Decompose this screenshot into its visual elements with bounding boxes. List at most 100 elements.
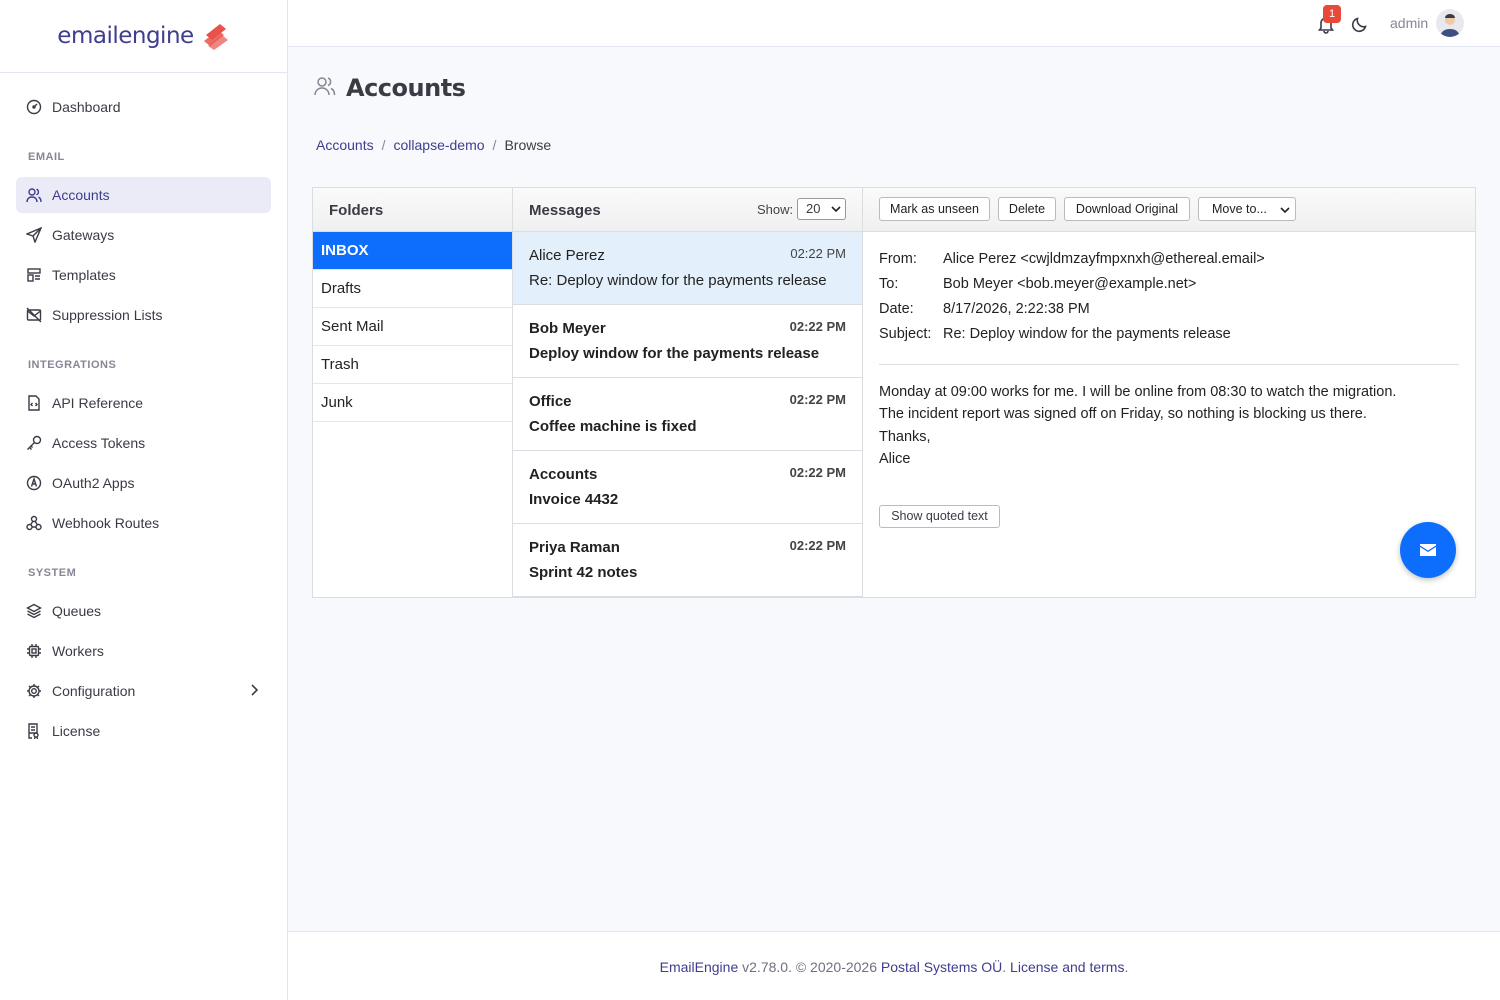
- message-subject: Coffee machine is fixed: [529, 418, 697, 435]
- folder-trash[interactable]: Trash: [313, 346, 512, 384]
- moon-icon[interactable]: [1350, 14, 1370, 34]
- sidebar-item-access-tokens[interactable]: Access Tokens: [16, 425, 271, 461]
- sidebar-item-label: Accounts: [52, 187, 110, 203]
- webhook-icon: [25, 514, 43, 532]
- breadcrumb-separator: /: [492, 137, 497, 153]
- message-subject: Invoice 4432: [529, 491, 619, 508]
- reader-toolbar: Mark as unseen Delete Download Original …: [863, 188, 1475, 232]
- header-from: From: Alice Perez <cwjldmzayfmpxnxh@ether…: [879, 251, 1265, 267]
- emailengine-logo-icon: [203, 24, 228, 50]
- delete-button[interactable]: Delete: [998, 197, 1056, 221]
- message-row[interactable]: Priya Raman 02:22 PM Sprint 42 notes: [513, 524, 862, 597]
- user-name[interactable]: admin: [1390, 15, 1428, 31]
- message-body-line: Monday at 09:00 works for me. I will be …: [879, 384, 1397, 400]
- sidebar-item-api-reference[interactable]: API Reference: [16, 385, 271, 421]
- sidebar-item-gateways[interactable]: Gateways: [16, 217, 271, 253]
- move-to-select[interactable]: Move to...: [1198, 197, 1296, 221]
- footer-company-link[interactable]: Postal Systems OÜ: [881, 959, 1002, 975]
- sidebar-item-label: Queues: [52, 603, 102, 619]
- message-sender: Office: [529, 393, 572, 410]
- sidebar: emailengine Dashboard EMAIL Accounts Gat…: [0, 0, 288, 1000]
- chevron-down-icon: [1280, 207, 1290, 214]
- compose-button[interactable]: [1400, 522, 1456, 578]
- page-heading: Accounts: [346, 74, 466, 102]
- sidebar-item-label: Suppression Lists: [52, 307, 163, 323]
- message-reader: Mark as unseen Delete Download Original …: [863, 188, 1475, 597]
- chevron-right-icon: [249, 683, 259, 700]
- users-icon: [314, 75, 336, 102]
- message-row[interactable]: Accounts 02:22 PM Invoice 4432: [513, 451, 862, 524]
- sidebar-item-label: Gateways: [52, 227, 115, 243]
- chevron-down-icon: [831, 206, 841, 213]
- users-icon: [25, 186, 43, 204]
- header-date: Date: 8/17/2026, 2:22:38 PM: [879, 301, 1090, 317]
- message-body-line: Alice: [879, 451, 911, 467]
- file-code-icon: [25, 394, 43, 412]
- message-sender: Bob Meyer: [529, 320, 606, 337]
- breadcrumb: Accounts / collapse-demo / Browse: [316, 137, 551, 153]
- footer: EmailEngine v2.78.0. © 2020-2026 Postal …: [288, 931, 1500, 1000]
- show-quoted-text-button[interactable]: Show quoted text: [879, 505, 1000, 528]
- message-time: 02:22 PM: [789, 465, 846, 480]
- folders-pane: Folders INBOX Drafts Sent Mail Trash Jun…: [313, 188, 513, 597]
- sidebar-item-dashboard[interactable]: Dashboard: [16, 89, 271, 125]
- sidebar-item-label: OAuth2 Apps: [52, 475, 135, 491]
- breadcrumb-account-link[interactable]: collapse-demo: [393, 137, 484, 153]
- footer-product-link[interactable]: EmailEngine: [660, 959, 739, 975]
- message-row[interactable]: Alice Perez 02:22 PM Re: Deploy window f…: [513, 232, 862, 305]
- header-subject: Subject: Re: Deploy window for the paymen…: [879, 326, 1231, 342]
- sidebar-item-label: Workers: [52, 643, 104, 659]
- sidebar-item-templates[interactable]: Templates: [16, 257, 271, 293]
- message-time: 02:22 PM: [789, 392, 846, 407]
- envelope-icon: [1420, 540, 1436, 561]
- divider: [879, 364, 1459, 365]
- sidebar-section-email: EMAIL: [28, 151, 65, 163]
- sidebar-item-workers[interactable]: Workers: [16, 633, 271, 669]
- footer-version: v2.78.0. © 2020-2026: [738, 959, 881, 975]
- messages-header: Messages Show: 20: [513, 188, 862, 232]
- message-sender: Accounts: [529, 466, 598, 483]
- sidebar-item-label: Configuration: [52, 683, 136, 699]
- sidebar-item-queues[interactable]: Queues: [16, 593, 271, 629]
- folder-inbox[interactable]: INBOX: [313, 232, 512, 270]
- folders-header: Folders: [313, 188, 512, 232]
- footer-license-link[interactable]: License and terms: [1010, 959, 1124, 975]
- folder-sent-mail[interactable]: Sent Mail: [313, 308, 512, 346]
- sidebar-item-accounts[interactable]: Accounts: [16, 177, 271, 213]
- brand-name: emailengine: [57, 23, 194, 49]
- sidebar-item-oauth2-apps[interactable]: OAuth2 Apps: [16, 465, 271, 501]
- topbar: 1 admin: [288, 0, 1500, 47]
- breadcrumb-accounts-link[interactable]: Accounts: [316, 137, 374, 153]
- show-label: Show:: [757, 202, 794, 217]
- sidebar-item-label: Access Tokens: [52, 435, 146, 451]
- page-size-select[interactable]: 20: [797, 198, 846, 220]
- sidebar-item-suppression-lists[interactable]: Suppression Lists: [16, 297, 271, 333]
- header-to: To: Bob Meyer <bob.meyer@example.net>: [879, 276, 1197, 292]
- avatar[interactable]: [1436, 9, 1464, 37]
- layers-icon: [25, 602, 43, 620]
- mark-unseen-button[interactable]: Mark as unseen: [879, 197, 990, 221]
- folder-drafts[interactable]: Drafts: [313, 270, 512, 308]
- message-body-line: Thanks,: [879, 429, 931, 445]
- message-row[interactable]: Bob Meyer 02:22 PM Deploy window for the…: [513, 305, 862, 378]
- message-sender: Alice Perez: [529, 247, 605, 264]
- message-subject: Sprint 42 notes: [529, 564, 638, 581]
- sidebar-item-label: Templates: [52, 267, 116, 283]
- download-original-button[interactable]: Download Original: [1064, 197, 1190, 221]
- sidebar-item-configuration[interactable]: Configuration: [16, 673, 271, 709]
- footer-separator: .: [1002, 959, 1011, 975]
- footer-period: .: [1124, 959, 1129, 975]
- sidebar-section-system: SYSTEM: [28, 567, 77, 579]
- license-icon: [25, 722, 43, 740]
- brand[interactable]: emailengine: [0, 0, 287, 73]
- sidebar-item-webhook-routes[interactable]: Webhook Routes: [16, 505, 271, 541]
- key-icon: [25, 434, 43, 452]
- sidebar-item-license[interactable]: License: [16, 713, 271, 749]
- dashboard-icon: [25, 98, 43, 116]
- message-row[interactable]: Office 02:22 PM Coffee machine is fixed: [513, 378, 862, 451]
- folder-junk[interactable]: Junk: [313, 384, 512, 422]
- sidebar-item-label: License: [52, 723, 101, 739]
- breadcrumb-separator: /: [381, 137, 386, 153]
- gear-icon: [25, 682, 43, 700]
- message-sender: Priya Raman: [529, 539, 620, 556]
